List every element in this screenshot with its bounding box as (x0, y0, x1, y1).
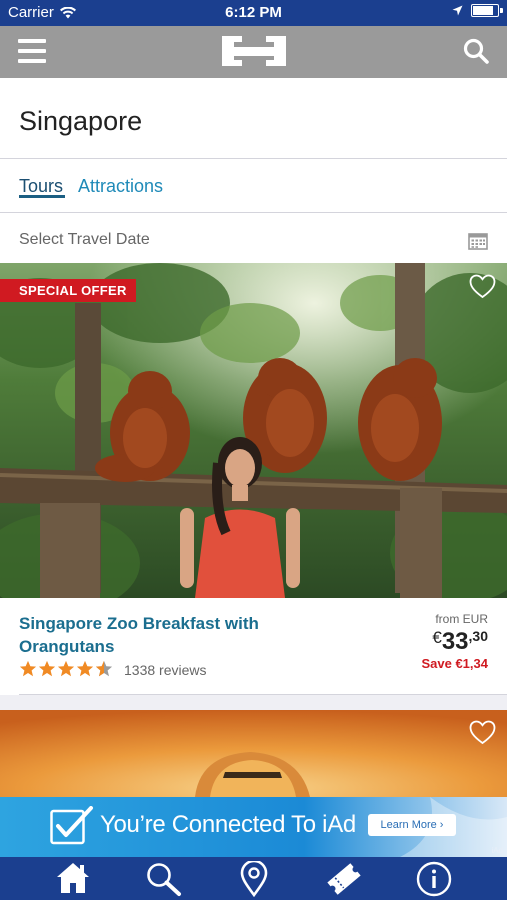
price-cents: ,30 (468, 628, 488, 644)
city-header: Singapore (0, 78, 507, 159)
battery-icon (471, 4, 503, 17)
info-icon[interactable] (416, 861, 452, 897)
iad-banner[interactable]: You’re Connected To iAd Learn More › iAd (0, 797, 507, 857)
search-icon[interactable] (463, 38, 489, 64)
hotels-h-logo-icon[interactable] (222, 36, 286, 66)
status-right (452, 4, 503, 17)
price-main: 33 (441, 628, 469, 655)
tour-photo-2[interactable] (0, 710, 507, 797)
airplane-photo-illustration (0, 710, 507, 797)
star-icon (57, 660, 75, 677)
bottom-tab-bar (0, 857, 507, 900)
nav-bar (0, 26, 507, 78)
price: €33,30 (432, 628, 488, 656)
home-icon[interactable] (55, 861, 91, 895)
rating-stars (19, 660, 113, 678)
iad-message: You’re Connected To iAd (100, 811, 356, 838)
star-icon (19, 660, 37, 677)
status-time: 6:12 PM (225, 4, 282, 21)
tour-card-info[interactable]: Singapore Zoo Breakfast with Orangutans … (0, 598, 507, 694)
search-icon[interactable] (145, 861, 183, 897)
heart-outline-icon-2[interactable] (469, 720, 496, 745)
price-from-label: from EUR (435, 612, 488, 626)
selected-tab-indicator (19, 195, 65, 198)
star-icon (76, 660, 94, 677)
tour-photo[interactable] (0, 263, 507, 598)
checkbox-checked-icon (50, 806, 93, 845)
status-bar: Carrier 6:12 PM (0, 0, 507, 26)
savings-label: Save €1,34 (421, 656, 488, 671)
page-title: Singapore (19, 106, 143, 136)
review-count: 1338 reviews (124, 662, 207, 678)
ticket-icon[interactable] (325, 861, 363, 897)
travel-date-label: Select Travel Date (19, 231, 150, 248)
hamburger-menu-icon[interactable] (18, 39, 46, 63)
tab-bar-top: Tours Attractions (0, 159, 507, 213)
card-separator (0, 695, 507, 710)
star-icon (38, 660, 56, 677)
orangutan-photo-illustration (0, 263, 507, 598)
travel-date-picker[interactable]: Select Travel Date (0, 213, 507, 263)
tab-tours[interactable]: Tours (19, 176, 63, 197)
learn-more-button[interactable]: Learn More › (368, 814, 456, 836)
half-star-icon (95, 660, 113, 677)
location-pin-icon[interactable] (239, 861, 269, 897)
special-offer-badge: SPECIAL OFFER (0, 279, 136, 302)
iad-label: iAd (491, 846, 503, 855)
location-arrow-icon (452, 5, 463, 16)
tour-title: Singapore Zoo Breakfast with Orangutans (19, 614, 259, 656)
heart-outline-icon[interactable] (469, 274, 496, 299)
calendar-icon (468, 233, 488, 250)
price-currency: € (432, 628, 442, 647)
tab-attractions[interactable]: Attractions (78, 176, 163, 197)
